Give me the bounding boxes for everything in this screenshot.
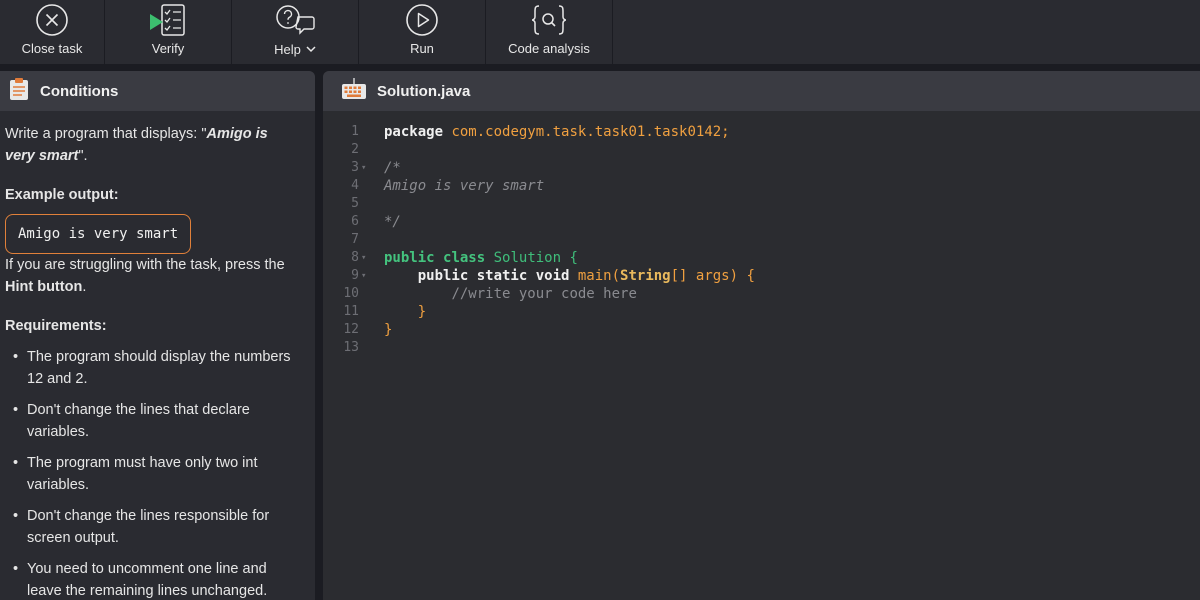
string-type: String [620, 268, 671, 284]
line-number: 5 [351, 196, 359, 211]
code-editor-panel: Solution.java 1 package com.codegym.task… [323, 71, 1200, 600]
line-number: 11 [343, 304, 359, 319]
hint-note: If you are struggling with the task, pre… [5, 254, 301, 298]
closing-brace-outer: } [384, 322, 393, 338]
closing-brace-inner: } [417, 304, 427, 320]
code-line: 9 ▾ public static void main(String[] args… [323, 267, 1200, 285]
conditions-header: Conditions [0, 71, 315, 111]
requirements-list: The program should display the numbers 1… [5, 346, 301, 600]
fold-arrow-icon[interactable]: ▾ [359, 159, 384, 177]
intro-prefix: Write a program that displays: " [5, 126, 207, 142]
line-number: 7 [351, 232, 359, 247]
package-name: com.codegym.task.task01.task0142; [451, 124, 730, 140]
line-number: 4 [351, 178, 359, 193]
help-button[interactable]: Help [232, 0, 359, 64]
keyboard-icon [341, 77, 367, 106]
comment-close: */ [384, 214, 401, 230]
line-number: 6 [351, 214, 359, 229]
code-line: 8 ▾ public class Solution { [323, 249, 1200, 267]
line-number: 8 [351, 250, 359, 265]
fold-gutter [359, 123, 384, 141]
todo-comment: //write your code here [451, 286, 637, 302]
hint-note-prefix: If you are struggling with the task, pre… [5, 257, 285, 273]
code-analysis-icon [529, 0, 569, 40]
line-number: 2 [351, 142, 359, 157]
code-line: 1 package com.codegym.task.task01.task01… [323, 123, 1200, 141]
hint-note-suffix: . [82, 279, 87, 295]
fold-gutter [359, 303, 384, 321]
code-line: 5 [323, 195, 1200, 213]
comment-text: Amigo is very smart [384, 178, 545, 194]
help-text: Help [274, 42, 301, 57]
code-analysis-button[interactable]: Code analysis [486, 0, 613, 64]
fold-gutter [359, 141, 384, 159]
code-line: 13 [323, 339, 1200, 357]
code-line: 7 [323, 231, 1200, 249]
fold-gutter [359, 177, 384, 195]
example-output-box: Amigo is very smart [5, 214, 192, 254]
help-label: Help [274, 40, 316, 59]
line-number: 9 [351, 268, 359, 283]
keyword-public: public [384, 250, 435, 266]
conditions-title: Conditions [40, 82, 119, 100]
line-number: 1 [351, 124, 359, 139]
requirement-item: Don't change the lines responsible for s… [5, 505, 301, 549]
example-output-heading: Example output: [5, 187, 119, 203]
close-task-label: Close task [21, 41, 83, 56]
hint-note-bold: Hint button [5, 279, 83, 295]
requirement-item: The program must have only two int varia… [5, 452, 301, 496]
fold-gutter [359, 285, 384, 303]
line-number: 12 [343, 322, 359, 337]
run-button[interactable]: Run [359, 0, 486, 64]
close-circle-icon [35, 0, 69, 40]
requirement-item: Don't change the lines that declare vari… [5, 399, 301, 443]
play-circle-icon [405, 0, 439, 40]
fold-arrow-icon[interactable]: ▾ [359, 249, 384, 267]
comment-open: /* [384, 160, 401, 176]
main-modifiers: public static void [417, 268, 570, 284]
keyword-class: class [443, 250, 486, 266]
main-args: [] args) { [670, 268, 755, 284]
line-number: 10 [343, 286, 359, 301]
fold-gutter [359, 339, 384, 357]
verify-label: Verify [151, 41, 185, 56]
line-number: 3 [351, 160, 359, 175]
close-task-button[interactable]: Close task [0, 0, 105, 64]
requirement-item: The program should display the numbers 1… [5, 346, 301, 390]
toolbar: Close task Verify Help Run Code analysis [0, 0, 1200, 64]
code-area[interactable]: 1 package com.codegym.task.task01.task01… [323, 111, 1200, 357]
class-name: Solution { [493, 250, 578, 266]
editor-filename: Solution.java [377, 82, 471, 100]
fold-arrow-icon[interactable]: ▾ [359, 267, 384, 285]
chevron-down-icon [306, 40, 316, 58]
code-line: 2 [323, 141, 1200, 159]
clipboard-icon [9, 77, 29, 106]
requirements-heading: Requirements: [5, 318, 107, 334]
fold-gutter [359, 213, 384, 231]
conditions-body[interactable]: Write a program that displays: " Amigo is… [0, 111, 315, 600]
requirement-item: You need to uncomment one line and leave… [5, 558, 301, 600]
code-line: 12 } [323, 321, 1200, 339]
line-number: 13 [343, 340, 359, 355]
editor-header: Solution.java [323, 71, 1200, 111]
fold-gutter [359, 231, 384, 249]
verify-button[interactable]: Verify [105, 0, 232, 64]
code-line: 11 } [323, 303, 1200, 321]
fold-gutter [359, 195, 384, 213]
fold-gutter [359, 321, 384, 339]
intro-suffix: ". [78, 148, 88, 164]
code-line: 6 */ [323, 213, 1200, 231]
help-chat-icon [274, 0, 316, 40]
code-line: 10 //write your code here [323, 285, 1200, 303]
run-label: Run [410, 41, 434, 56]
code-line: 3 ▾ /* [323, 159, 1200, 177]
conditions-panel: Conditions Write a program that displays… [0, 71, 315, 600]
verify-checklist-icon [146, 0, 190, 40]
keyword-package: package [384, 124, 444, 140]
main-method-name: main( [577, 268, 621, 284]
code-line: 4 Amigo is very smart [323, 177, 1200, 195]
code-analysis-label: Code analysis [508, 41, 590, 56]
task-description: Write a program that displays: "Amigo is… [5, 123, 301, 167]
